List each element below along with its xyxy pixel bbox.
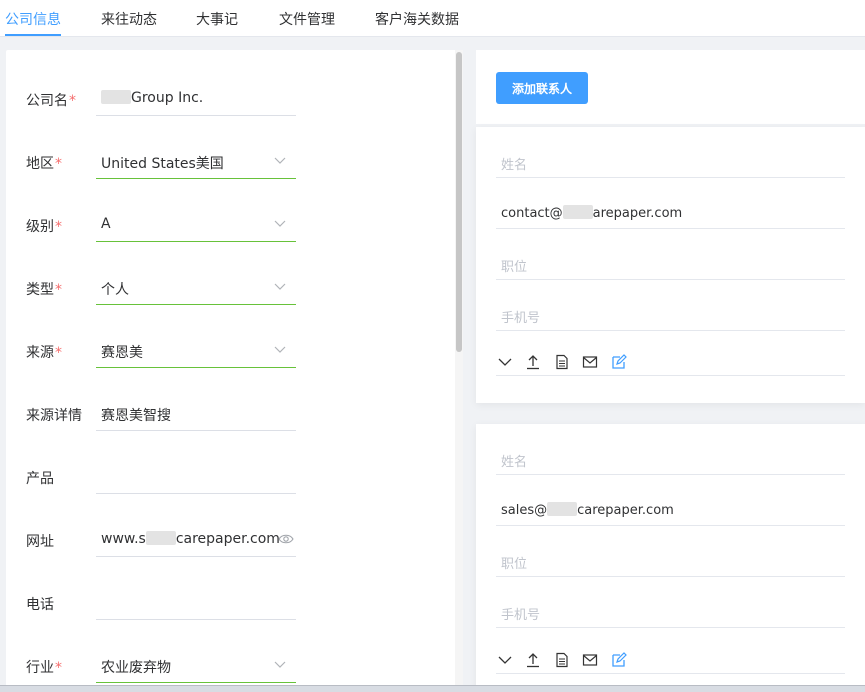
contact-email-suffix: carepaper.com bbox=[577, 503, 674, 518]
contact-email-suffix: arepaper.com bbox=[592, 206, 683, 221]
source-detail-value: 赛恩美智搜 bbox=[101, 408, 171, 424]
tab-interactions[interactable]: 来往动态 bbox=[101, 9, 157, 29]
contact-email-prefix: contact@ bbox=[501, 206, 563, 221]
website-value-suffix: carepaper.com bbox=[175, 531, 280, 547]
region-label: 地区 bbox=[26, 156, 54, 172]
chevron-down-icon bbox=[274, 157, 286, 164]
contact-name-input[interactable]: 姓名 bbox=[496, 127, 845, 178]
redacted-blur bbox=[145, 531, 176, 545]
source-detail-label: 来源详情 bbox=[26, 408, 82, 424]
edit-icon[interactable] bbox=[611, 652, 627, 668]
website-value-prefix: www.s bbox=[101, 531, 146, 547]
chevron-down-icon[interactable] bbox=[497, 652, 513, 668]
industry-label: 行业 bbox=[26, 660, 54, 676]
required-mark: * bbox=[55, 282, 62, 298]
chevron-down-icon bbox=[274, 283, 286, 290]
website-input[interactable]: www.s carepaper.com bbox=[96, 513, 296, 557]
form-row-industry: 行业* 农业废弃物 bbox=[6, 624, 455, 687]
contact-position-input[interactable]: 职位 bbox=[496, 229, 845, 280]
product-input[interactable] bbox=[96, 450, 296, 494]
form-row-level: 级别* A bbox=[6, 183, 455, 246]
tab-customs-data[interactable]: 客户海关数据 bbox=[375, 9, 459, 29]
industry-value: 农业废弃物 bbox=[101, 660, 171, 676]
contact-card: 姓名 sales@ carepaper.com 职位 手机号 bbox=[476, 424, 865, 692]
tab-bar: 公司信息 来往动态 大事记 文件管理 客户海关数据 bbox=[0, 0, 865, 37]
contact-mobile-placeholder: 手机号 bbox=[501, 311, 541, 326]
upload-icon[interactable] bbox=[525, 354, 541, 370]
chevron-down-icon bbox=[274, 346, 286, 353]
form-row-product: 产品 bbox=[6, 435, 455, 498]
source-detail-input[interactable]: 赛恩美智搜 bbox=[96, 387, 296, 431]
level-label: 级别 bbox=[26, 219, 54, 235]
required-mark: * bbox=[55, 219, 62, 235]
taskbar-strip bbox=[0, 685, 865, 692]
redacted-blur bbox=[562, 205, 593, 219]
chevron-down-icon bbox=[274, 661, 286, 668]
mail-icon[interactable] bbox=[582, 652, 598, 668]
region-value: United States美国 bbox=[101, 156, 224, 172]
industry-select[interactable]: 农业废弃物 bbox=[96, 639, 296, 683]
add-contact-button[interactable]: 添加联系人 bbox=[496, 72, 588, 104]
contact-position-input[interactable]: 职位 bbox=[496, 526, 845, 577]
form-row-company-name: 公司名* Group Inc. bbox=[6, 57, 455, 120]
contact-position-placeholder: 职位 bbox=[501, 260, 528, 275]
contact-mobile-input[interactable]: 手机号 bbox=[496, 280, 845, 331]
source-select[interactable]: 赛恩美 bbox=[96, 324, 296, 368]
contact-name-input[interactable]: 姓名 bbox=[496, 424, 845, 475]
type-label: 类型 bbox=[26, 282, 54, 298]
type-value: 个人 bbox=[101, 282, 129, 298]
contact-name-placeholder: 姓名 bbox=[501, 158, 528, 173]
edit-icon[interactable] bbox=[611, 354, 627, 370]
contact-actions bbox=[496, 628, 845, 674]
company-name-input[interactable]: Group Inc. bbox=[96, 72, 296, 116]
website-label: 网址 bbox=[26, 534, 54, 550]
contact-email-prefix: sales@ bbox=[501, 503, 548, 518]
contact-email-input[interactable]: contact@ arepaper.com bbox=[496, 178, 845, 229]
form-row-website: 网址 www.s carepaper.com bbox=[6, 498, 455, 561]
form-scrollbar-thumb[interactable] bbox=[456, 52, 462, 352]
tab-files[interactable]: 文件管理 bbox=[279, 9, 335, 29]
contact-mobile-placeholder: 手机号 bbox=[501, 608, 541, 623]
tab-milestones[interactable]: 大事记 bbox=[196, 9, 238, 29]
chevron-down-icon[interactable] bbox=[497, 354, 513, 370]
company-name-value: Group Inc. bbox=[131, 90, 204, 106]
document-icon[interactable] bbox=[554, 652, 570, 668]
document-icon[interactable] bbox=[554, 354, 570, 370]
region-select[interactable]: United States美国 bbox=[96, 135, 296, 179]
redacted-blur bbox=[101, 90, 131, 104]
product-label: 产品 bbox=[26, 471, 54, 487]
contact-email-input[interactable]: sales@ carepaper.com bbox=[496, 475, 845, 526]
phone-input[interactable] bbox=[96, 576, 296, 620]
form-row-source-detail: 来源详情 赛恩美智搜 bbox=[6, 372, 455, 435]
contact-card: 姓名 contact@ arepaper.com 职位 手机号 bbox=[476, 127, 865, 403]
redacted-blur bbox=[547, 502, 578, 516]
contact-position-placeholder: 职位 bbox=[501, 557, 528, 572]
required-mark: * bbox=[55, 660, 62, 676]
eye-icon[interactable] bbox=[278, 533, 294, 545]
level-select[interactable]: A bbox=[96, 198, 296, 242]
company-name-label: 公司名 bbox=[26, 93, 68, 109]
contact-actions bbox=[496, 330, 845, 376]
type-select[interactable]: 个人 bbox=[96, 261, 296, 305]
source-label: 来源 bbox=[26, 345, 54, 361]
chevron-down-icon bbox=[274, 220, 286, 227]
phone-label: 电话 bbox=[26, 597, 54, 613]
contact-name-placeholder: 姓名 bbox=[501, 455, 528, 470]
required-mark: * bbox=[55, 156, 62, 172]
active-tab-indicator bbox=[5, 34, 61, 36]
form-row-phone: 电话 bbox=[6, 561, 455, 624]
required-mark: * bbox=[69, 93, 76, 109]
contact-mobile-input[interactable]: 手机号 bbox=[496, 577, 845, 628]
contacts-toolbar: 添加联系人 bbox=[476, 50, 865, 124]
form-row-source: 来源* 赛恩美 bbox=[6, 309, 455, 372]
upload-icon[interactable] bbox=[525, 652, 541, 668]
level-value: A bbox=[101, 216, 111, 232]
required-mark: * bbox=[55, 345, 62, 361]
form-row-type: 类型* 个人 bbox=[6, 246, 455, 309]
source-value: 赛恩美 bbox=[101, 345, 143, 361]
form-row-region: 地区* United States美国 bbox=[6, 120, 455, 183]
mail-icon[interactable] bbox=[582, 354, 598, 370]
tab-company-info[interactable]: 公司信息 bbox=[5, 9, 61, 29]
